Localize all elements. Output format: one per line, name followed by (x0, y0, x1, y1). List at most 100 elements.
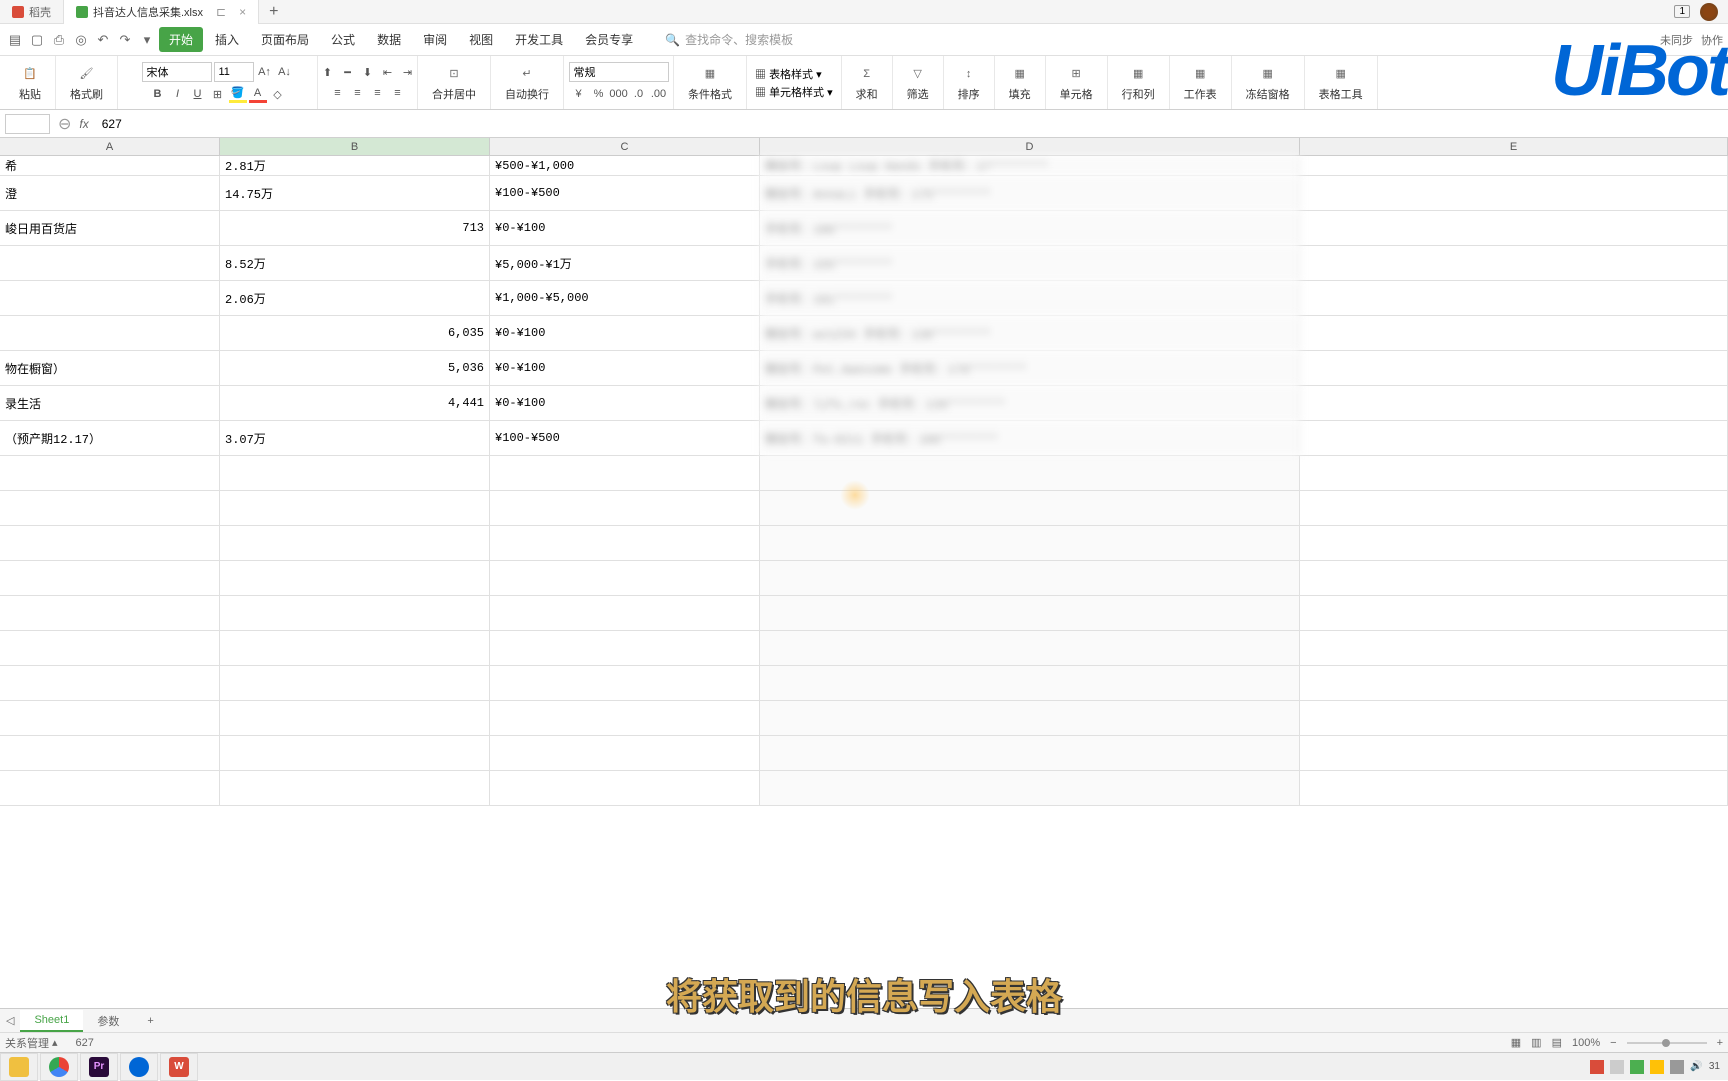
tray-icon[interactable] (1610, 1060, 1624, 1074)
cell-c[interactable]: ¥0-¥100 (490, 386, 760, 420)
cell-c[interactable]: ¥0-¥100 (490, 351, 760, 385)
cell-d[interactable]: 微信号：AnnaLi 手机号：175******** (760, 176, 1300, 210)
align-middle[interactable]: ━ (339, 63, 357, 81)
tray-icon[interactable] (1590, 1060, 1604, 1074)
cell[interactable] (1300, 701, 1728, 735)
tabletools-button[interactable]: ▦表格工具 (1313, 62, 1369, 104)
underline-button[interactable]: U (189, 85, 207, 103)
cell[interactable] (1300, 456, 1728, 490)
save-icon[interactable]: ▤ (5, 30, 25, 50)
volume-icon[interactable]: 🔊 (1690, 1061, 1702, 1072)
cell-button[interactable]: ⊞单元格 (1054, 62, 1099, 104)
cell[interactable] (490, 491, 760, 525)
task-uibot[interactable] (120, 1053, 158, 1081)
grid-row[interactable]: 录生活 4,441 ¥0-¥100 微信号：life_rec 手机号：139**… (0, 386, 1728, 421)
grid-row-empty[interactable] (0, 526, 1728, 561)
cell-d[interactable]: 手机号：155******** (760, 246, 1300, 280)
cell[interactable] (760, 456, 1300, 490)
cell-b[interactable]: 6,035 (220, 316, 490, 350)
align-top[interactable]: ⬆ (319, 63, 337, 81)
grid-row[interactable]: 峻日用百货店 713 ¥0-¥100 手机号：186******** (0, 211, 1728, 246)
wrap-button[interactable]: ↵ 自动换行 (499, 62, 555, 104)
cell-a[interactable]: （预产期12.17） (0, 421, 220, 455)
cell[interactable] (490, 456, 760, 490)
new-icon[interactable]: ▢ (27, 30, 47, 50)
freeze-button[interactable]: ▦冻结窗格 (1240, 62, 1296, 104)
print-icon[interactable]: ⎙ (49, 30, 69, 50)
menu-dev[interactable]: 开发工具 (505, 27, 573, 52)
cell[interactable] (1300, 596, 1728, 630)
cell[interactable] (760, 701, 1300, 735)
font-size-select[interactable] (214, 62, 254, 82)
cell[interactable] (220, 456, 490, 490)
cell[interactable] (0, 596, 220, 630)
cond-format-button[interactable]: ▦ 条件格式 (682, 62, 738, 104)
cell[interactable] (760, 596, 1300, 630)
cell-b[interactable]: 4,441 (220, 386, 490, 420)
cell[interactable] (1300, 666, 1728, 700)
sum-button[interactable]: Σ求和 (850, 62, 884, 104)
cell[interactable] (760, 561, 1300, 595)
sheet-nav[interactable]: ◁ (0, 1010, 20, 1031)
cell-c[interactable]: ¥0-¥100 (490, 316, 760, 350)
menu-review[interactable]: 审阅 (413, 27, 457, 52)
task-wps[interactable]: W (160, 1053, 198, 1081)
cell[interactable] (490, 666, 760, 700)
format-brush-button[interactable]: 🖌 格式刷 (64, 62, 109, 104)
cell-e[interactable] (1300, 316, 1728, 350)
cell-b[interactable]: 8.52万 (220, 246, 490, 280)
tray-icon[interactable] (1670, 1060, 1684, 1074)
grid-row[interactable]: 希 2.81万 ¥500-¥1,000 微信号：Loup Loup Hands … (0, 156, 1728, 176)
comma-icon[interactable]: 000 (610, 85, 628, 103)
grid-row[interactable]: 2.06万 ¥1,000-¥5,000 手机号：181******** (0, 281, 1728, 316)
cell[interactable] (0, 631, 220, 665)
task-premiere[interactable]: Pr (80, 1053, 118, 1081)
task-chrome[interactable] (40, 1053, 78, 1081)
cell-c[interactable]: ¥100-¥500 (490, 176, 760, 210)
cell[interactable] (0, 736, 220, 770)
undo-icon[interactable]: ↶ (93, 30, 113, 50)
fx-label[interactable]: fx (79, 117, 88, 131)
notification-badge[interactable]: 1 (1674, 5, 1690, 18)
cell[interactable] (220, 666, 490, 700)
cell-a[interactable] (0, 316, 220, 350)
cell-e[interactable] (1300, 211, 1728, 245)
formula-input[interactable] (97, 117, 1723, 131)
grid-row[interactable]: 澄 14.75万 ¥100-¥500 微信号：AnnaLi 手机号：175***… (0, 176, 1728, 211)
grid-row-empty[interactable] (0, 701, 1728, 736)
cell[interactable] (760, 526, 1300, 560)
cell[interactable] (220, 701, 490, 735)
cell[interactable] (1300, 631, 1728, 665)
increase-font-icon[interactable]: A↑ (256, 63, 274, 81)
cell[interactable] (220, 631, 490, 665)
cell-e[interactable] (1300, 281, 1728, 315)
cell[interactable] (490, 771, 760, 805)
preview-icon[interactable]: ◎ (71, 30, 91, 50)
cell-a[interactable]: 录生活 (0, 386, 220, 420)
name-box[interactable] (5, 114, 50, 134)
clock[interactable]: 31 (1709, 1061, 1720, 1072)
cell[interactable] (490, 561, 760, 595)
cell-a[interactable] (0, 246, 220, 280)
clear-button[interactable]: ◇ (269, 85, 287, 103)
cell[interactable] (1300, 771, 1728, 805)
cell-d[interactable]: 微信号：wx1234 手机号：130******** (760, 316, 1300, 350)
cell[interactable] (0, 666, 220, 700)
cell[interactable] (490, 736, 760, 770)
grid-row-empty[interactable] (0, 736, 1728, 771)
align-left[interactable]: ≡ (329, 84, 347, 102)
grid-row-empty[interactable] (0, 631, 1728, 666)
cell-c[interactable]: ¥0-¥100 (490, 211, 760, 245)
cell-c[interactable]: ¥1,000-¥5,000 (490, 281, 760, 315)
col-header-d[interactable]: D (760, 138, 1300, 155)
cell-b[interactable]: 5,036 (220, 351, 490, 385)
status-label[interactable]: 关系管理 (5, 1035, 49, 1051)
cell[interactable] (490, 631, 760, 665)
cell-b[interactable]: 713 (220, 211, 490, 245)
fill-color-button[interactable]: 🪣 (229, 85, 247, 103)
cell-e[interactable] (1300, 176, 1728, 210)
font-color-button[interactable]: A (249, 85, 267, 103)
tab-pin-icon[interactable]: ⊏ (216, 5, 226, 19)
align-center[interactable]: ≡ (349, 84, 367, 102)
zoom-out-button[interactable]: − (1610, 1037, 1616, 1049)
